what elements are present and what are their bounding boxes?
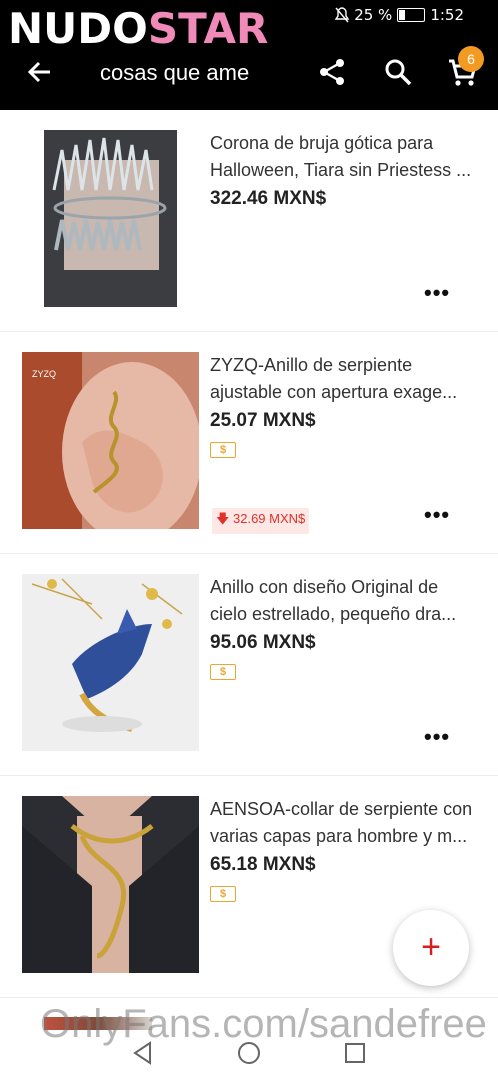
product-image[interactable] (22, 574, 199, 751)
back-arrow-icon[interactable] (24, 56, 56, 88)
battery-percent: 25 % (354, 6, 393, 24)
nav-recents-icon[interactable] (342, 1040, 368, 1066)
product-price: 25.07 MXN$ (210, 410, 316, 431)
nav-back-icon[interactable] (130, 1040, 156, 1066)
status-bar: 25 % 1:52 (335, 6, 464, 24)
battery-icon (397, 8, 426, 22)
footer-watermark: OnlyFans.com/sandefree (40, 1002, 487, 1046)
product-image[interactable]: ZYZQ (22, 352, 199, 529)
logo-part1: NUDO (8, 4, 148, 53)
product-title[interactable]: Corona de bruja gótica para Halloween, Ti… (210, 130, 486, 184)
nav-home-icon[interactable] (236, 1040, 262, 1066)
list-item[interactable]: ZYZQ ZYZQ-Anillo de serpiente ajustable c… (0, 332, 498, 554)
search-icon[interactable] (382, 56, 414, 88)
coupon-tag-icon: $ (210, 442, 236, 458)
product-title[interactable]: ZYZQ-Anillo de serpiente ajustable con ap… (210, 352, 486, 406)
product-image[interactable] (44, 130, 177, 307)
product-price: 65.18 MXN$ (210, 854, 316, 875)
logo-part2: STAR (147, 4, 269, 53)
cart-count-badge: 6 (458, 46, 484, 72)
add-button[interactable]: + (393, 910, 469, 986)
product-title-line2: ajustable con apertura exage... (210, 382, 458, 402)
product-title[interactable]: Anillo con diseño Original de cielo estre… (210, 574, 486, 628)
product-title-line1: Anillo con diseño Original de (210, 577, 439, 597)
page-title: cosas que ame (100, 60, 250, 85)
price-drop-badge: 🡇 32.69 MXN$ (212, 508, 310, 534)
list-item[interactable]: Corona de bruja gótica para Halloween, Ti… (0, 110, 498, 332)
coupon-tag-icon: $ (210, 664, 236, 680)
down-arrow-icon: 🡇 (216, 511, 230, 526)
mute-icon (335, 7, 350, 23)
wishlist: Corona de bruja gótica para Halloween, Ti… (0, 110, 498, 998)
coupon-tag-icon: $ (210, 886, 236, 902)
svg-text:ZYZQ: ZYZQ (32, 369, 56, 379)
product-image[interactable] (22, 796, 199, 973)
product-price: 322.46 MXN$ (210, 188, 327, 209)
more-options-button[interactable]: ••• (424, 502, 450, 528)
more-options-button[interactable]: ••• (424, 280, 450, 306)
watermark-logo: NUDOSTAR (8, 2, 268, 56)
product-title[interactable]: AENSOA-collar de serpiente con varias cap… (210, 796, 486, 850)
clock: 1:52 (430, 6, 464, 24)
product-price: 95.06 MXN$ (210, 632, 316, 653)
product-title-line2: Halloween, Tiara sin Priestess ... (210, 160, 472, 180)
more-options-button[interactable]: ••• (424, 724, 450, 750)
top-bar: NUDOSTAR 25 % 1:52 cosas que ame 6 (0, 0, 498, 110)
product-title-line2: varias capas para hombre y m... (210, 826, 468, 846)
share-icon[interactable] (316, 56, 348, 88)
old-price: 32.69 MXN$ (233, 511, 306, 526)
product-title-line1: ZYZQ-Anillo de serpiente (210, 355, 413, 375)
list-item[interactable]: Anillo con diseño Original de cielo estre… (0, 554, 498, 776)
product-title-line1: AENSOA-collar de serpiente con (210, 799, 473, 819)
product-title-line2: cielo estrellado, pequeño dra... (210, 604, 457, 624)
product-title-line1: Corona de bruja gótica para (210, 133, 434, 153)
